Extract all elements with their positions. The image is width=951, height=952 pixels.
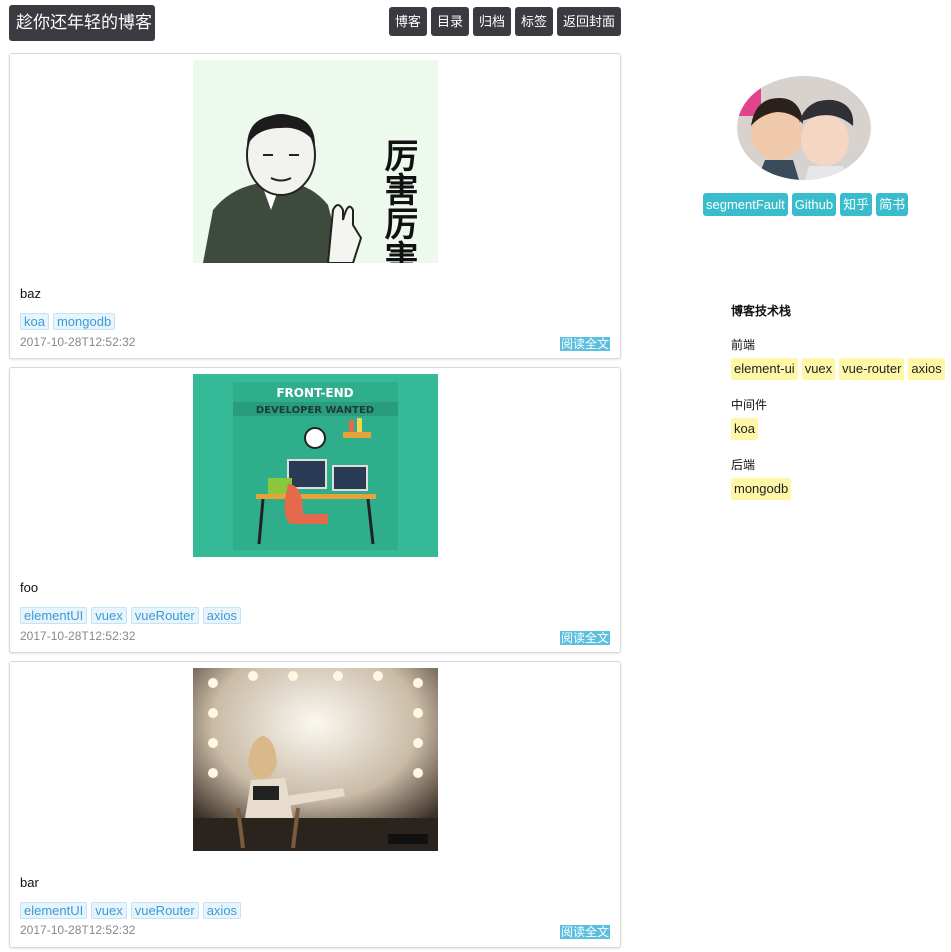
social-links: segmentFault Github 知乎 简书	[703, 193, 909, 216]
post-image[interactable]: FRONT-END DEVELOPER WANTED	[193, 374, 438, 557]
meme-text: 厉害厉害	[378, 138, 418, 263]
github-link[interactable]: Github	[791, 193, 837, 216]
post-image[interactable]	[193, 668, 438, 851]
stack-group-items: koa	[731, 418, 951, 440]
post-card: bar elementUI vuex vueRouter axios 2017-…	[9, 661, 621, 948]
site-title[interactable]: 趁你还年轻的博客	[9, 5, 155, 41]
tag-axios[interactable]: axios	[202, 607, 242, 624]
stack-group-label: 前端	[731, 338, 756, 352]
tag-mongodb[interactable]: mongodb	[52, 313, 116, 330]
post-title[interactable]: bar	[20, 875, 39, 890]
top-nav: 博客 目录 归档 标签 返回封面	[388, 7, 621, 36]
stack-item: koa	[731, 418, 758, 440]
tag-vuerouter[interactable]: vueRouter	[130, 607, 199, 624]
tag-elementui[interactable]: elementUI	[20, 607, 88, 624]
post-card: 厉害厉害 baz koa mongodb 2017-10-28T12:52:32…	[9, 53, 621, 359]
nav-catalog-button[interactable]: 目录	[430, 7, 469, 36]
post-date: 2017-10-28T12:52:32	[20, 335, 136, 349]
photo-illustration	[193, 668, 438, 851]
nav-archive-button[interactable]: 归档	[472, 7, 511, 36]
post-title[interactable]: baz	[20, 286, 41, 301]
stack-group-items: element-ui vuex vue-router axios	[731, 358, 951, 380]
avatar[interactable]	[737, 76, 871, 180]
read-more-button[interactable]: 阅读全文	[559, 925, 610, 939]
jianshu-link[interactable]: 简书	[876, 193, 909, 216]
read-more-button[interactable]: 阅读全文	[559, 337, 610, 351]
zhihu-link[interactable]: 知乎	[840, 193, 873, 216]
stack-group-items: mongodb	[731, 478, 951, 500]
stack-item: vue-router	[839, 358, 905, 380]
nav-tags-button[interactable]: 标签	[514, 7, 553, 36]
tag-vuex[interactable]: vuex	[91, 607, 127, 624]
segmentfault-link[interactable]: segmentFault	[703, 193, 788, 216]
tag-vuex[interactable]: vuex	[91, 902, 127, 919]
post-card: FRONT-END DEVELOPER WANTED foo elementUI…	[9, 367, 621, 653]
tag-elementui[interactable]: elementUI	[20, 902, 88, 919]
stack-item: vuex	[801, 358, 836, 380]
post-tags: koa mongodb	[20, 313, 116, 330]
avatar-photo	[737, 76, 871, 180]
stack-group-label: 后端	[731, 458, 756, 472]
tag-koa[interactable]: koa	[20, 313, 49, 330]
tag-vuerouter[interactable]: vueRouter	[130, 902, 199, 919]
stack-item: element-ui	[731, 358, 798, 380]
tech-stack: 博客技术栈 前端 element-ui vuex vue-router axio…	[731, 302, 951, 500]
illustration-line2: DEVELOPER WANTED	[256, 405, 374, 416]
meme-illustration: 厉害厉害	[193, 60, 438, 263]
stack-item: axios	[908, 358, 945, 380]
illustration-line1: FRONT-END	[276, 386, 353, 400]
tag-axios[interactable]: axios	[202, 902, 242, 919]
post-tags: elementUI vuex vueRouter axios	[20, 902, 242, 919]
developer-wanted-illustration: FRONT-END DEVELOPER WANTED	[193, 374, 438, 557]
nav-cover-button[interactable]: 返回封面	[556, 7, 621, 36]
read-more-button[interactable]: 阅读全文	[559, 631, 610, 645]
post-title[interactable]: foo	[20, 580, 38, 595]
post-image[interactable]: 厉害厉害	[193, 60, 438, 263]
post-tags: elementUI vuex vueRouter axios	[20, 607, 242, 624]
stack-group-label: 中间件	[731, 398, 768, 412]
post-date: 2017-10-28T12:52:32	[20, 923, 136, 937]
stack-item: mongodb	[731, 478, 792, 500]
tech-stack-title: 博客技术栈	[731, 304, 792, 318]
nav-blog-button[interactable]: 博客	[388, 7, 427, 36]
post-date: 2017-10-28T12:52:32	[20, 629, 136, 643]
